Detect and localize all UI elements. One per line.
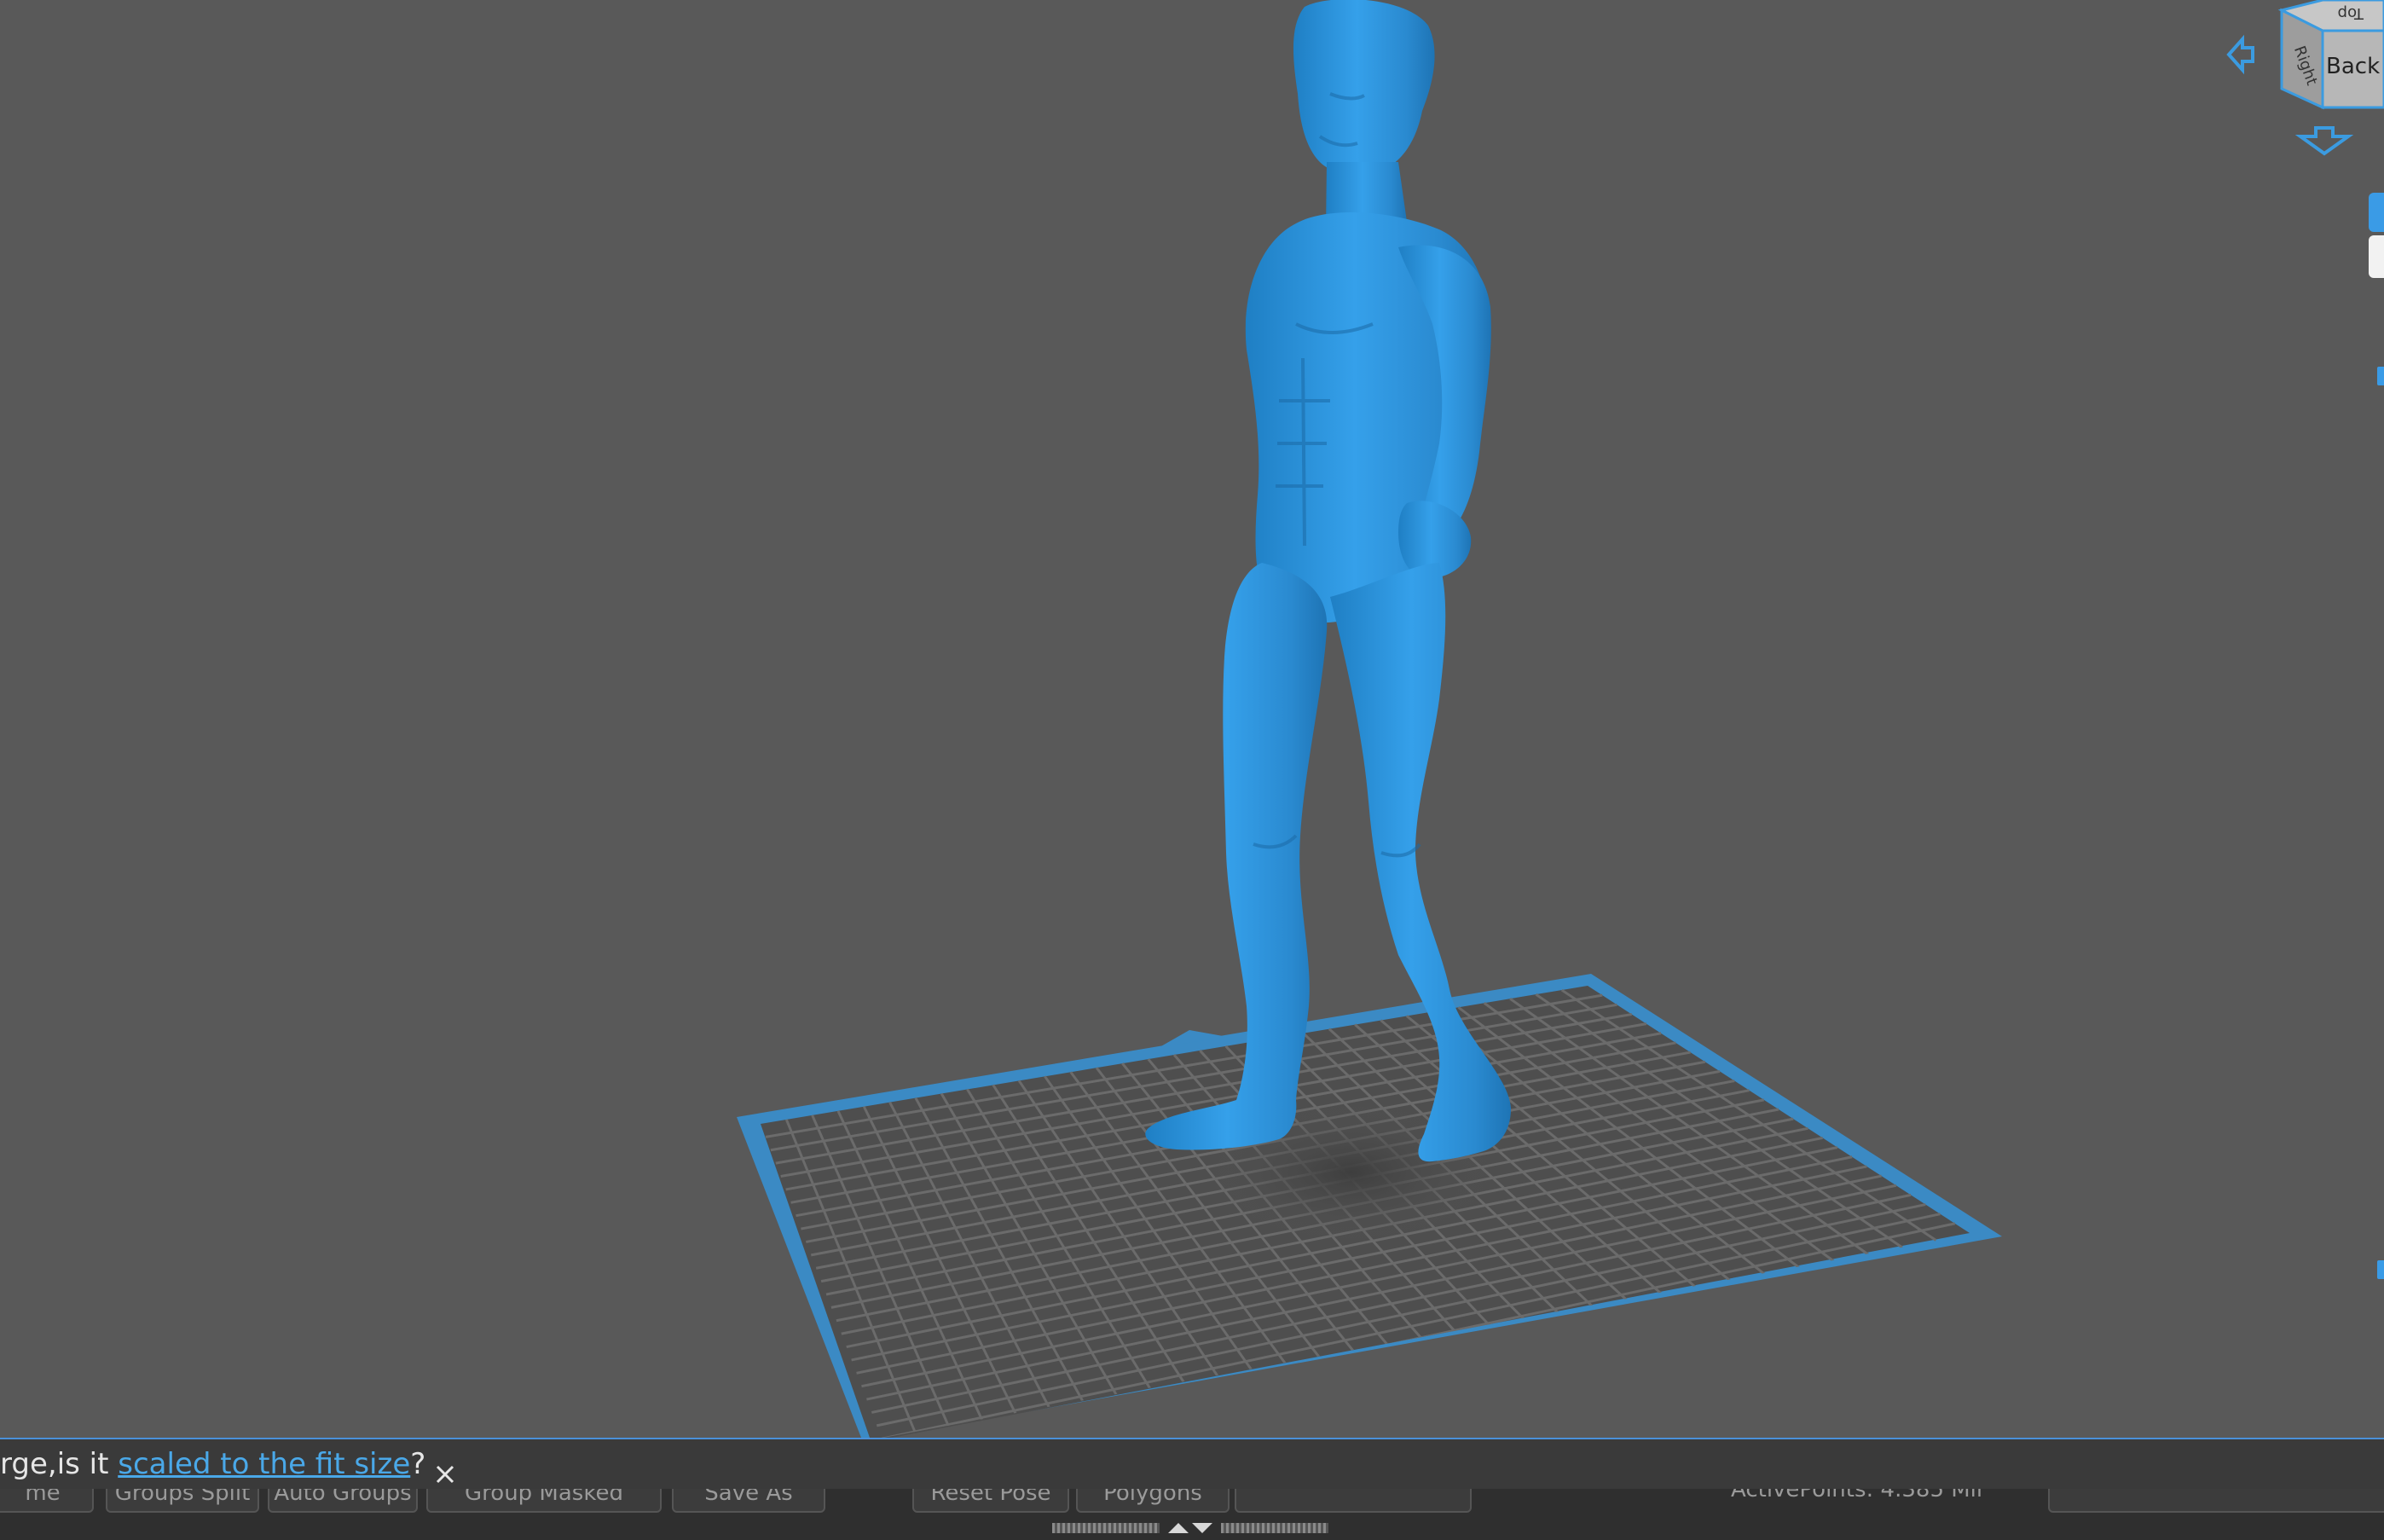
polygons-button[interactable]: Polygons [1076,1489,1230,1513]
grip-right [1221,1523,1328,1533]
human-figure-model[interactable] [1145,0,1511,1162]
bottom-toolbar: me Groups Split Auto Groups Group Masked… [0,1489,2384,1540]
scene-canvas[interactable]: Top Right Back [0,0,2384,1438]
notification-bar: rge,is it scaled to the fit size? [0,1438,2384,1489]
save-as-button[interactable]: Save As [672,1489,825,1513]
right-panel-edge [2367,0,2384,1438]
reset-pose-button[interactable]: Reset Pose [912,1489,1069,1513]
view-cube-top-label: Top [2338,4,2364,22]
active-points-status: ActivePoints: 4.385 Mil [1731,1489,1983,1502]
groups-split-button[interactable]: Groups Split [106,1489,259,1513]
toolbar-toggle-handle[interactable] [1052,1520,1328,1537]
rotate-left-icon[interactable] [2226,34,2254,75]
notification-prefix: rge,is it [0,1447,119,1481]
notification-suffix: ? [410,1447,426,1481]
toolbar-slot-right[interactable] [2048,1489,2384,1513]
side-panel-tab-blue[interactable] [2369,193,2384,232]
expand-collapse-icon[interactable] [1165,1520,1216,1537]
grip-left [1052,1523,1160,1533]
side-panel-marker-lower [2377,1260,2384,1279]
side-panel-tab-white[interactable] [2369,235,2384,278]
side-panel-marker [2377,367,2384,385]
scale-to-fit-link[interactable]: scaled to the fit size [118,1447,410,1481]
toolbar-button-0[interactable]: me [0,1489,94,1513]
auto-groups-button[interactable]: Auto Groups [268,1489,418,1513]
close-icon[interactable] [432,1453,458,1483]
notification-message: rge,is it scaled to the fit size? [0,1439,458,1489]
build-plate [737,974,2002,1438]
group-masked-button[interactable]: Group Masked [426,1489,662,1513]
3d-viewport[interactable]: Top Right Back [0,0,2384,1438]
toolbar-button-7[interactable] [1235,1489,1472,1513]
rotate-down-icon[interactable] [2294,126,2354,156]
